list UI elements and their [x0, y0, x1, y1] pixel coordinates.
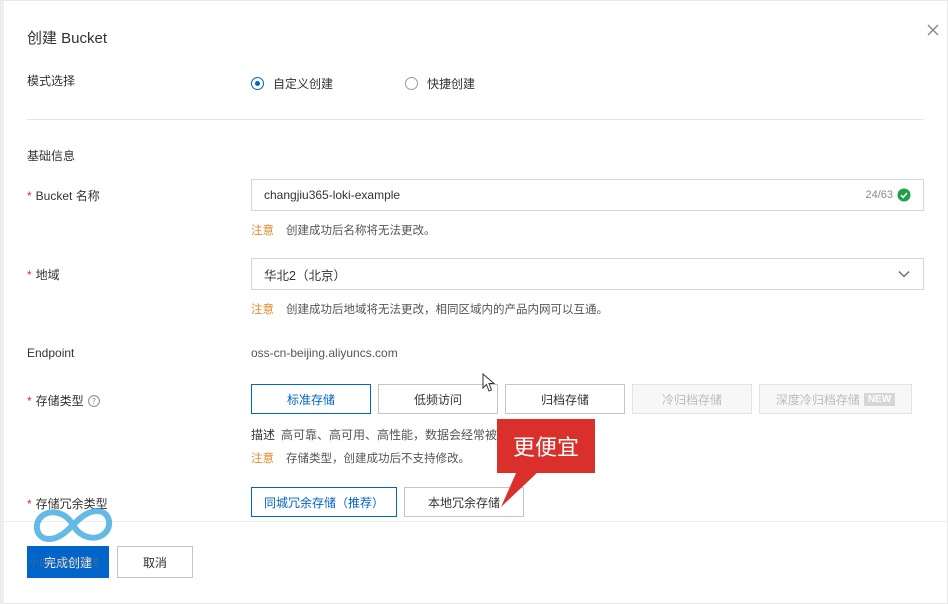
- required-mark: *: [27, 497, 32, 511]
- help-icon[interactable]: ?: [87, 395, 100, 407]
- storage-option-standard[interactable]: 标准存储: [251, 384, 371, 414]
- desc-key: 描述: [251, 428, 276, 442]
- radio-quick-create[interactable]: 快捷创建: [405, 75, 475, 92]
- required-mark: *: [27, 268, 32, 282]
- callout-label: 更便宜: [497, 419, 595, 473]
- note-tag: 注意: [251, 225, 274, 237]
- required-mark: *: [27, 394, 32, 408]
- svg-text:?: ?: [92, 397, 96, 406]
- note-text: 创建成功后名称将无法更改。: [286, 225, 436, 237]
- close-icon[interactable]: [923, 20, 943, 40]
- chevron-down-icon: [898, 271, 910, 278]
- bucket-name-input[interactable]: changjiu365-loki-example 24/63: [251, 179, 924, 211]
- desc-text: 高可靠、高可用、高性能，数据会经常被: [281, 428, 498, 442]
- storage-option-ia[interactable]: 低频访问: [378, 384, 498, 414]
- mode-radio-group: 自定义创建 快捷创建: [251, 75, 547, 92]
- required-mark: *: [27, 189, 32, 203]
- radio-custom-create-label: 自定义创建: [273, 77, 334, 91]
- redundancy-label-text: 存储冗余类型: [35, 497, 108, 511]
- divider: [27, 119, 924, 120]
- radio-quick-create-label: 快捷创建: [427, 77, 476, 91]
- footer-divider: [1, 521, 948, 522]
- radio-unchecked-icon: [405, 77, 419, 90]
- storage-option-cold-archive[interactable]: 冷归档存储: [632, 384, 752, 414]
- bucket-name-value: changjiu365-loki-example: [264, 188, 401, 202]
- storage-option-deep-cold-archive-label: 深度冷归档存储: [775, 392, 860, 407]
- background-strip: [1, 1, 4, 604]
- create-bucket-dialog: 创建 Bucket 模式选择 自定义创建 快捷创建 基础信息 * Bucket 名…: [0, 0, 948, 604]
- region-label: * 地域: [27, 266, 60, 283]
- endpoint-label: Endpoint: [27, 346, 75, 360]
- storage-class-label: * 存储类型?: [27, 392, 100, 409]
- radio-custom-create[interactable]: 自定义创建: [251, 75, 333, 92]
- new-badge: NEW: [863, 392, 896, 406]
- mouse-cursor-icon: [482, 373, 496, 392]
- section-title-basic: 基础信息: [27, 149, 76, 163]
- note-tag: 注意: [251, 453, 274, 465]
- storage-class-label-text: 存储类型: [35, 394, 84, 408]
- bucket-name-note: 注意 创建成功后名称将无法更改。: [251, 222, 436, 238]
- redundancy-label: * 存储冗余类型: [27, 495, 108, 512]
- char-count: 24/63: [865, 189, 893, 201]
- redundancy-option-zrs[interactable]: 同城冗余存储（推荐）: [251, 487, 397, 517]
- region-note: 注意 创建成功后地域将无法更改，相同区域内的产品内网可以互通。: [251, 301, 608, 317]
- submit-button[interactable]: 完成创建: [27, 546, 109, 578]
- note-text: 存储类型，创建成功后不支持修改。: [286, 453, 470, 465]
- dialog-title: 创建 Bucket: [27, 30, 108, 47]
- storage-note: 注意 存储类型，创建成功后不支持修改。: [251, 450, 470, 466]
- region-value: 华北2（北京）: [264, 268, 346, 283]
- check-circle-icon: [897, 188, 911, 202]
- region-label-text: 地域: [35, 268, 60, 282]
- note-tag: 注意: [251, 304, 274, 316]
- bucket-name-label-text: Bucket 名称: [35, 189, 100, 203]
- storage-desc: 描述 高可靠、高可用、高性能，数据会经常被: [251, 426, 497, 443]
- storage-option-deep-cold-archive[interactable]: 深度冷归档存储 NEW: [759, 384, 912, 414]
- cancel-button[interactable]: 取消: [117, 546, 193, 578]
- storage-option-archive[interactable]: 归档存储: [505, 384, 625, 414]
- mode-label: 模式选择: [27, 74, 76, 88]
- redundancy-option-lrs[interactable]: 本地冗余存储: [404, 487, 524, 517]
- bucket-name-label: * Bucket 名称: [27, 187, 100, 204]
- radio-checked-icon: [251, 77, 264, 90]
- note-text: 创建成功后地域将无法更改，相同区域内的产品内网可以互通。: [286, 304, 608, 316]
- endpoint-value: oss-cn-beijing.aliyuncs.com: [251, 346, 398, 360]
- region-select[interactable]: 华北2（北京）: [251, 258, 924, 290]
